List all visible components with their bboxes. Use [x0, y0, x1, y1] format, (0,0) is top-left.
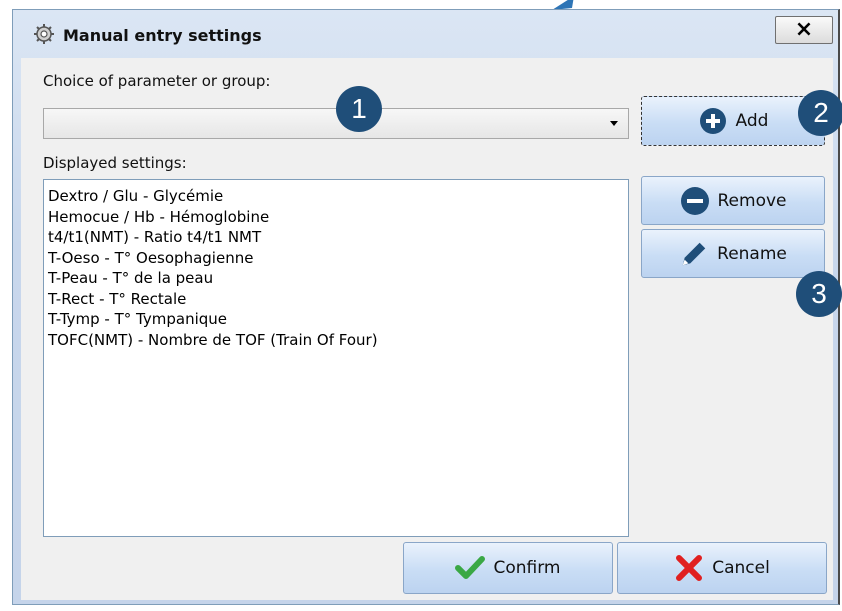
add-button-label: Add [735, 111, 769, 131]
list-item[interactable]: Hemocue / Hb - Hémoglobine [48, 207, 624, 228]
displayed-settings-label: Displayed settings: [43, 154, 187, 172]
cancel-button[interactable]: Cancel [617, 542, 827, 594]
list-item[interactable]: T-Rect - T° Rectale [48, 289, 624, 310]
dropdown-arrow-icon[interactable] [604, 112, 624, 135]
gear-icon [34, 24, 54, 44]
list-item[interactable]: T-Tymp - T° Tympanique [48, 309, 624, 330]
choice-label: Choice of parameter or group: [43, 72, 271, 90]
confirm-button[interactable]: Confirm [403, 542, 613, 594]
plus-circle-icon [698, 106, 728, 136]
title-bar: Manual entry settings × [13, 10, 838, 58]
callout-badge: 3 [796, 271, 842, 317]
minus-circle-icon [680, 186, 710, 216]
list-item[interactable]: T-Peau - T° de la peau [48, 268, 624, 289]
confirm-button-label: Confirm [493, 558, 561, 578]
cancel-button-label: Cancel [712, 558, 770, 578]
rename-button-label: Rename [717, 243, 787, 264]
dialog-window: Manual entry settings × Choice of parame… [12, 9, 840, 605]
close-button[interactable]: × [775, 16, 833, 44]
rename-button[interactable]: Rename [641, 229, 825, 278]
checkmark-icon [455, 553, 486, 583]
remove-button[interactable]: Remove [641, 176, 825, 225]
callout-badge: 1 [336, 86, 382, 132]
window-title: Manual entry settings [63, 26, 262, 45]
list-item[interactable]: T-Oeso - T° Oesophagienne [48, 248, 624, 269]
add-button[interactable]: Add [641, 96, 825, 146]
list-item[interactable]: TOFC(NMT) - Nombre de TOF (Train Of Four… [48, 330, 624, 351]
cross-icon [674, 553, 704, 583]
list-item[interactable]: Dextro / Glu - Glycémie [48, 186, 624, 207]
callout-badge: 2 [798, 90, 842, 136]
list-item[interactable]: t4/t1(NMT) - Ratio t4/t1 NMT [48, 227, 624, 248]
close-icon: × [794, 17, 814, 42]
dialog-body: Choice of parameter or group: Displayed … [21, 58, 833, 600]
pencil-icon [679, 239, 709, 269]
remove-button-label: Remove [717, 190, 787, 211]
displayed-settings-list[interactable]: Dextro / Glu - Glycémie Hemocue / Hb - H… [43, 179, 629, 537]
